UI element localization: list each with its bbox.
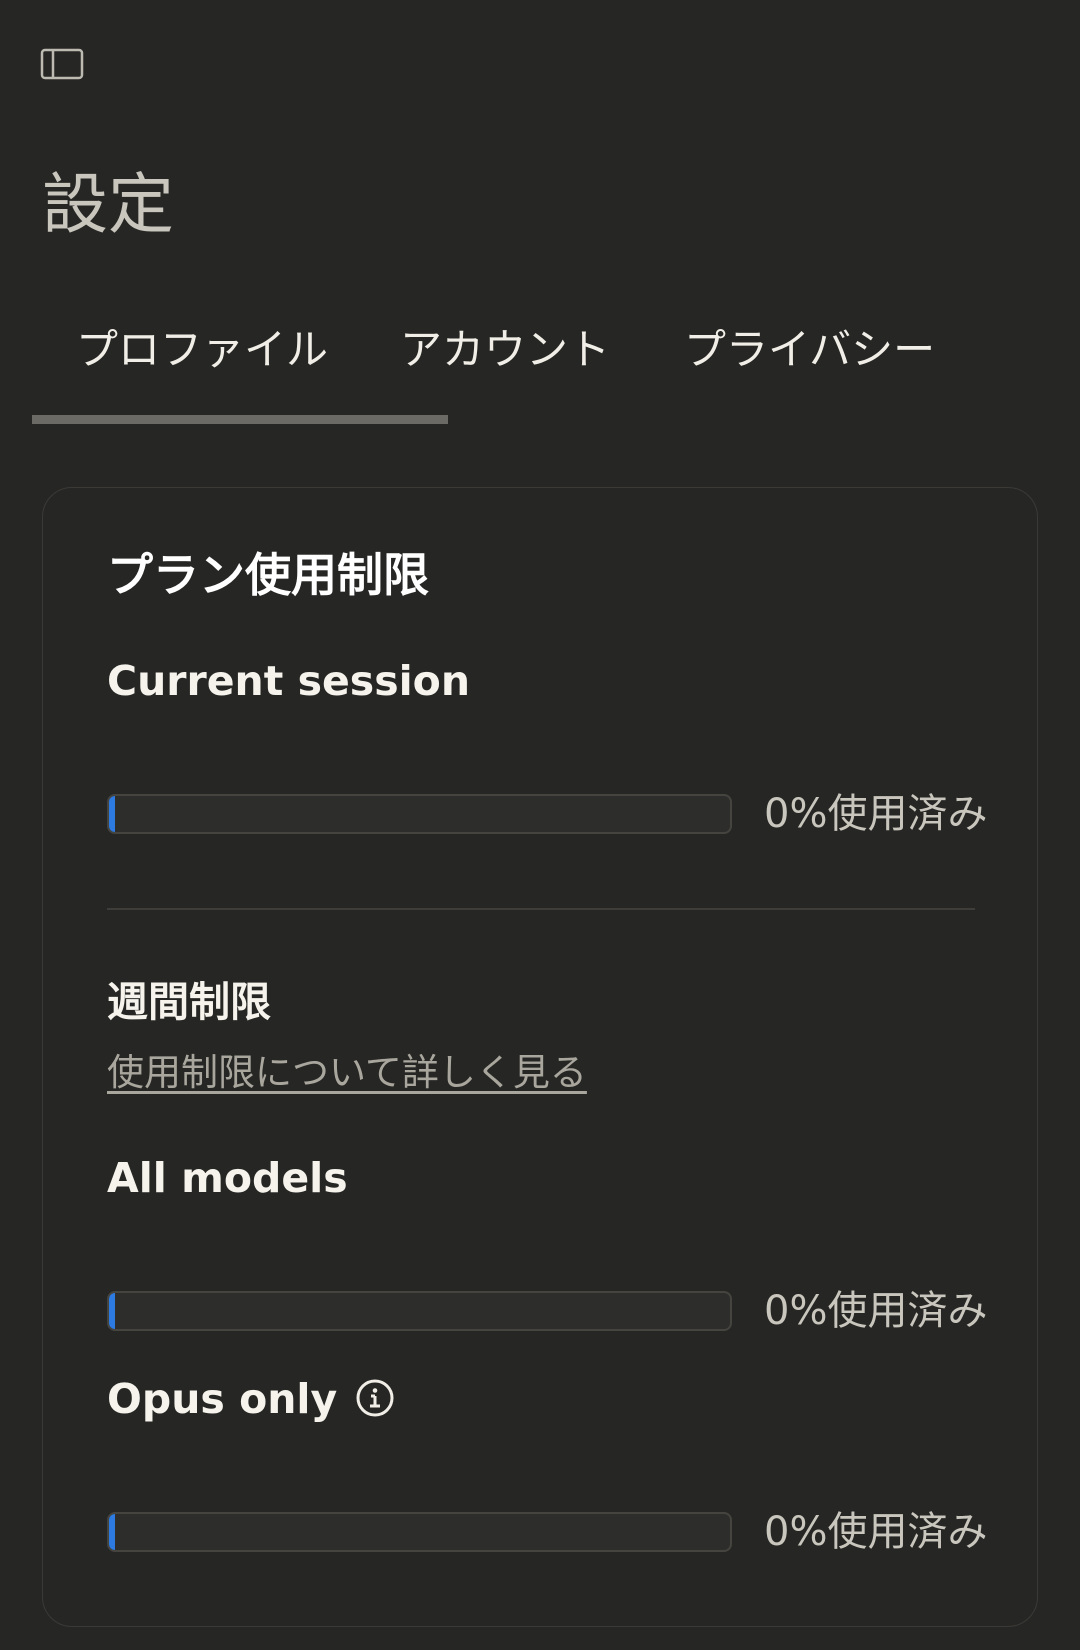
current-session-progress-bar xyxy=(107,794,732,834)
opus-only-progress-bar xyxy=(107,1512,732,1552)
opus-only-percent: 0%使用済み xyxy=(764,1509,988,1555)
page-title: 設定 xyxy=(42,166,174,243)
tab-profile[interactable]: プロファイル xyxy=(32,310,448,425)
sidebar-panel-icon xyxy=(40,48,84,80)
current-session-label: Current session xyxy=(107,657,471,705)
active-tab-indicator xyxy=(32,415,448,424)
sidebar-toggle-button[interactable] xyxy=(40,46,86,82)
info-icon[interactable] xyxy=(355,1378,395,1418)
tab-profile-label: プロファイル xyxy=(76,325,329,374)
plan-usage-title: プラン使用制限 xyxy=(107,548,429,602)
all-models-progress-bar xyxy=(107,1291,732,1331)
opus-only-progress-fill xyxy=(109,1514,115,1550)
plan-usage-card: プラン使用制限 Current session 0%使用済み 週間制限 使用制限… xyxy=(42,487,1038,1627)
tab-privacy-label: プライバシー xyxy=(684,325,936,374)
settings-tabs: プロファイル アカウント プライバシー xyxy=(32,310,1042,425)
all-models-progress-fill xyxy=(109,1293,115,1329)
tab-account-label: アカウント xyxy=(400,325,611,374)
all-models-percent: 0%使用済み xyxy=(764,1288,988,1334)
learn-more-usage-link[interactable]: 使用制限について詳しく見る xyxy=(107,1048,587,1098)
weekly-limit-title: 週間制限 xyxy=(107,978,271,1026)
section-divider xyxy=(107,908,975,910)
all-models-label: All models xyxy=(107,1154,348,1202)
current-session-percent: 0%使用済み xyxy=(764,791,988,837)
opus-only-row: Opus only xyxy=(107,1369,395,1429)
opus-only-label: Opus only xyxy=(107,1375,338,1423)
current-session-progress-fill xyxy=(109,796,115,832)
